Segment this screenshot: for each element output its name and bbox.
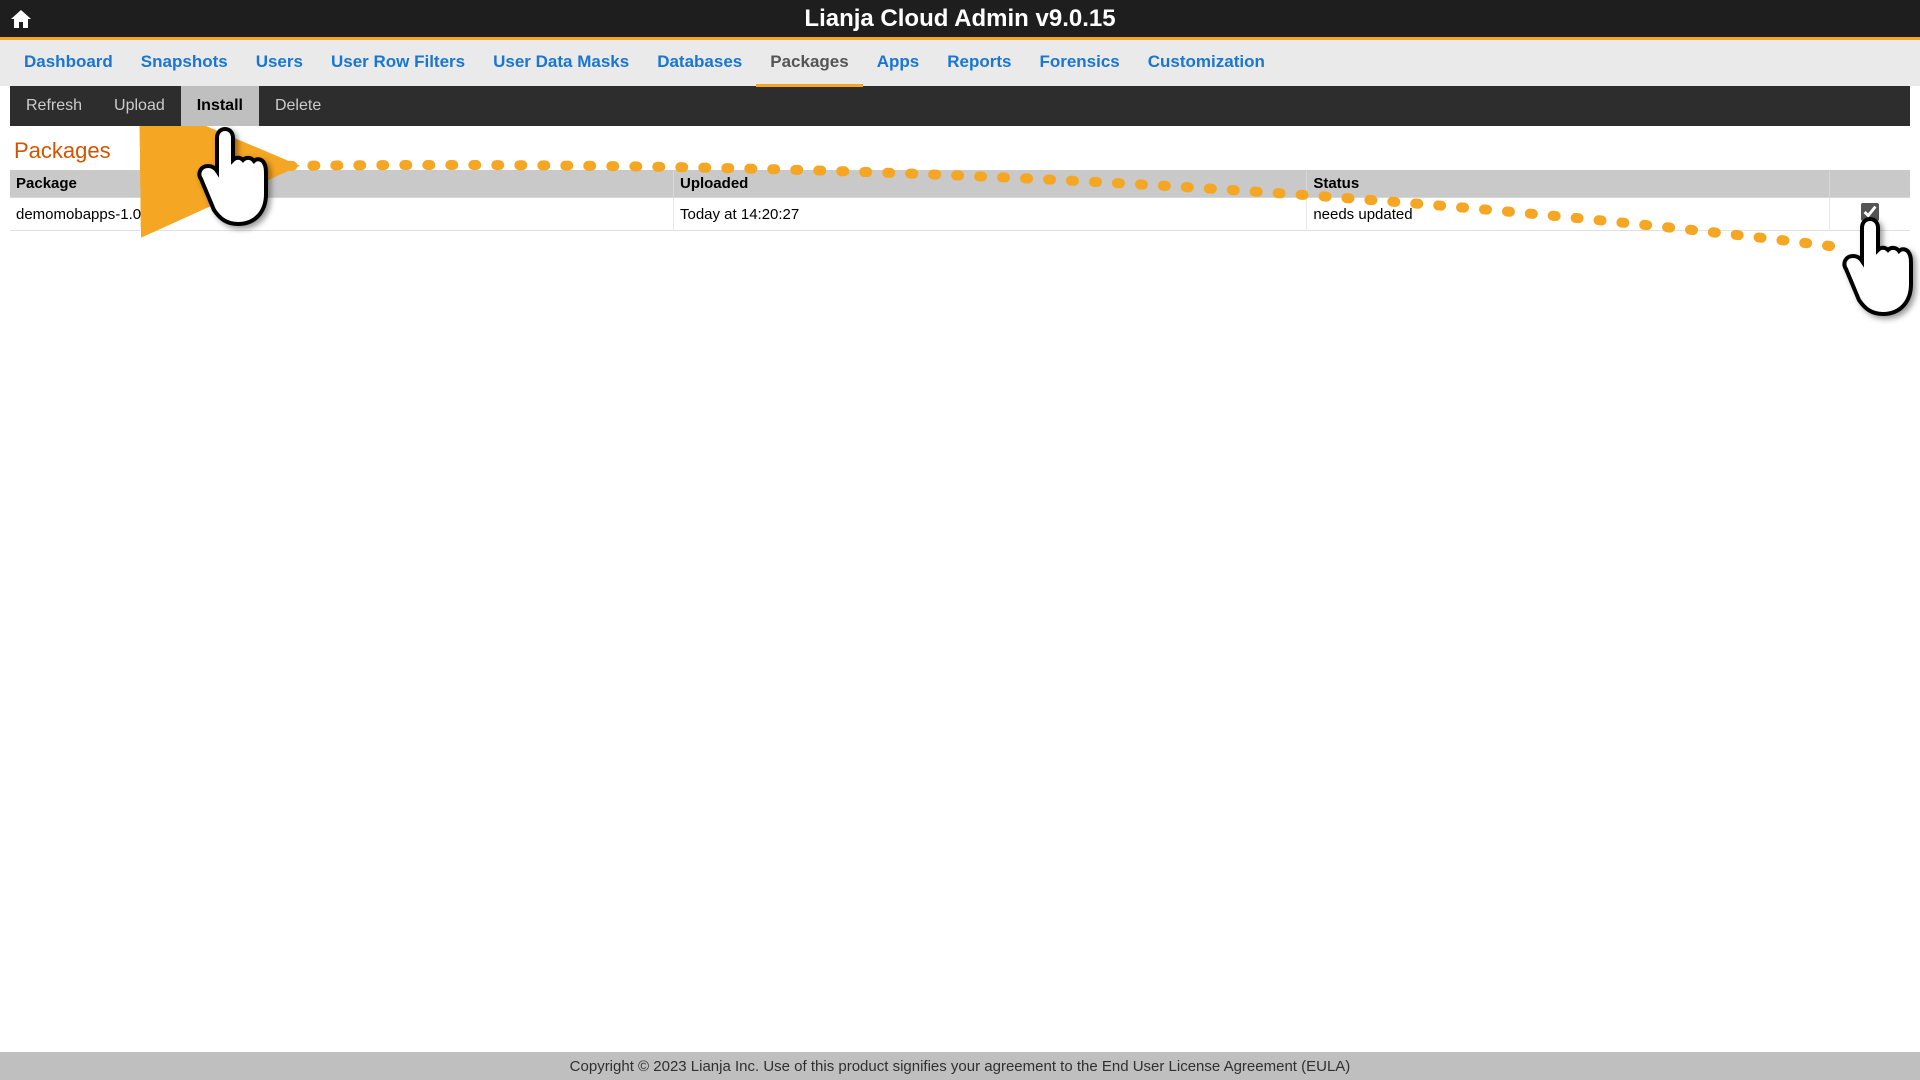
cell-checkbox: [1830, 198, 1910, 231]
cell-uploaded: Today at 14:20:27: [673, 198, 1306, 231]
header-uploaded[interactable]: Uploaded: [673, 170, 1306, 198]
title-bar: Lianja Cloud Admin v9.0.15: [0, 0, 1920, 40]
nav-tab-customization[interactable]: Customization: [1134, 40, 1279, 87]
nav-tab-forensics[interactable]: Forensics: [1025, 40, 1133, 87]
nav-tab-databases[interactable]: Databases: [643, 40, 756, 87]
toolbar: RefreshUploadInstallDelete: [10, 86, 1910, 126]
content-area: Packages Package Uploaded Status demomob…: [0, 126, 1920, 231]
cell-package: demomobapps-1.0: [10, 198, 673, 231]
cell-status: needs updated: [1307, 198, 1830, 231]
header-checkbox[interactable]: [1830, 170, 1910, 198]
nav-tabs: DashboardSnapshotsUsersUser Row FiltersU…: [0, 40, 1920, 86]
footer: Copyright © 2023 Lianja Inc. Use of this…: [0, 1052, 1920, 1080]
toolbar-install-button[interactable]: Install: [181, 86, 259, 126]
home-button[interactable]: [4, 2, 38, 36]
header-status[interactable]: Status: [1307, 170, 1830, 198]
nav-tab-user-row-filters[interactable]: User Row Filters: [317, 40, 479, 87]
footer-text: Copyright © 2023 Lianja Inc. Use of this…: [570, 1058, 1351, 1075]
section-title: Packages: [10, 130, 1910, 170]
toolbar-refresh-button[interactable]: Refresh: [10, 86, 98, 126]
row-select-checkbox[interactable]: [1861, 203, 1879, 221]
nav-tab-dashboard[interactable]: Dashboard: [10, 40, 127, 87]
header-package[interactable]: Package: [10, 170, 673, 198]
toolbar-upload-button[interactable]: Upload: [98, 86, 181, 126]
nav-tab-snapshots[interactable]: Snapshots: [127, 40, 242, 87]
table-header-row: Package Uploaded Status: [10, 170, 1910, 198]
home-icon: [9, 7, 33, 31]
nav-tab-apps[interactable]: Apps: [863, 40, 934, 87]
nav-tab-user-data-masks[interactable]: User Data Masks: [479, 40, 643, 87]
table-row[interactable]: demomobapps-1.0Today at 14:20:27needs up…: [10, 198, 1910, 231]
toolbar-delete-button[interactable]: Delete: [259, 86, 337, 126]
nav-tab-reports[interactable]: Reports: [933, 40, 1025, 87]
app-title: Lianja Cloud Admin v9.0.15: [0, 5, 1920, 33]
packages-table: Package Uploaded Status demomobapps-1.0T…: [10, 170, 1910, 231]
nav-tab-users[interactable]: Users: [242, 40, 317, 87]
nav-tab-packages[interactable]: Packages: [756, 40, 862, 87]
